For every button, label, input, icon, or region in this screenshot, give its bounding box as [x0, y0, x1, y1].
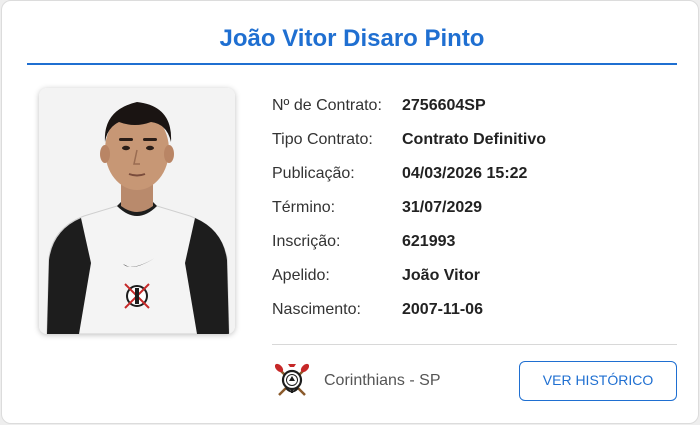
corinthians-crest-icon: [274, 361, 310, 401]
player-photo: [39, 88, 235, 334]
detail-label: Inscrição:: [272, 233, 341, 250]
detail-label: Apelido:: [272, 267, 330, 284]
footer-divider: [272, 344, 677, 345]
detail-value: 31/07/2029: [402, 199, 483, 216]
detail-label: Término:: [272, 199, 336, 216]
player-card: João Vitor Disaro Pinto Nº de Contrato: …: [1, 0, 699, 424]
detail-value: 621993: [402, 233, 456, 250]
title-divider: [27, 63, 677, 65]
view-history-button[interactable]: VER HISTÓRICO: [519, 361, 677, 401]
detail-label: Nº de Contrato:: [272, 97, 382, 114]
detail-value: 2756604SP: [402, 97, 486, 114]
detail-label: Publicação:: [272, 165, 355, 182]
detail-label: Nascimento:: [272, 301, 361, 318]
detail-value: 04/03/2026 15:22: [402, 165, 528, 182]
detail-label: Tipo Contrato:: [272, 131, 373, 148]
club-name: Corinthians - SP: [324, 372, 441, 389]
detail-value: João Vitor: [402, 267, 480, 284]
detail-value: 2007-11-06: [402, 301, 483, 318]
detail-value: Contrato Definitivo: [402, 131, 546, 148]
player-name-title: João Vitor Disaro Pinto: [219, 25, 485, 52]
